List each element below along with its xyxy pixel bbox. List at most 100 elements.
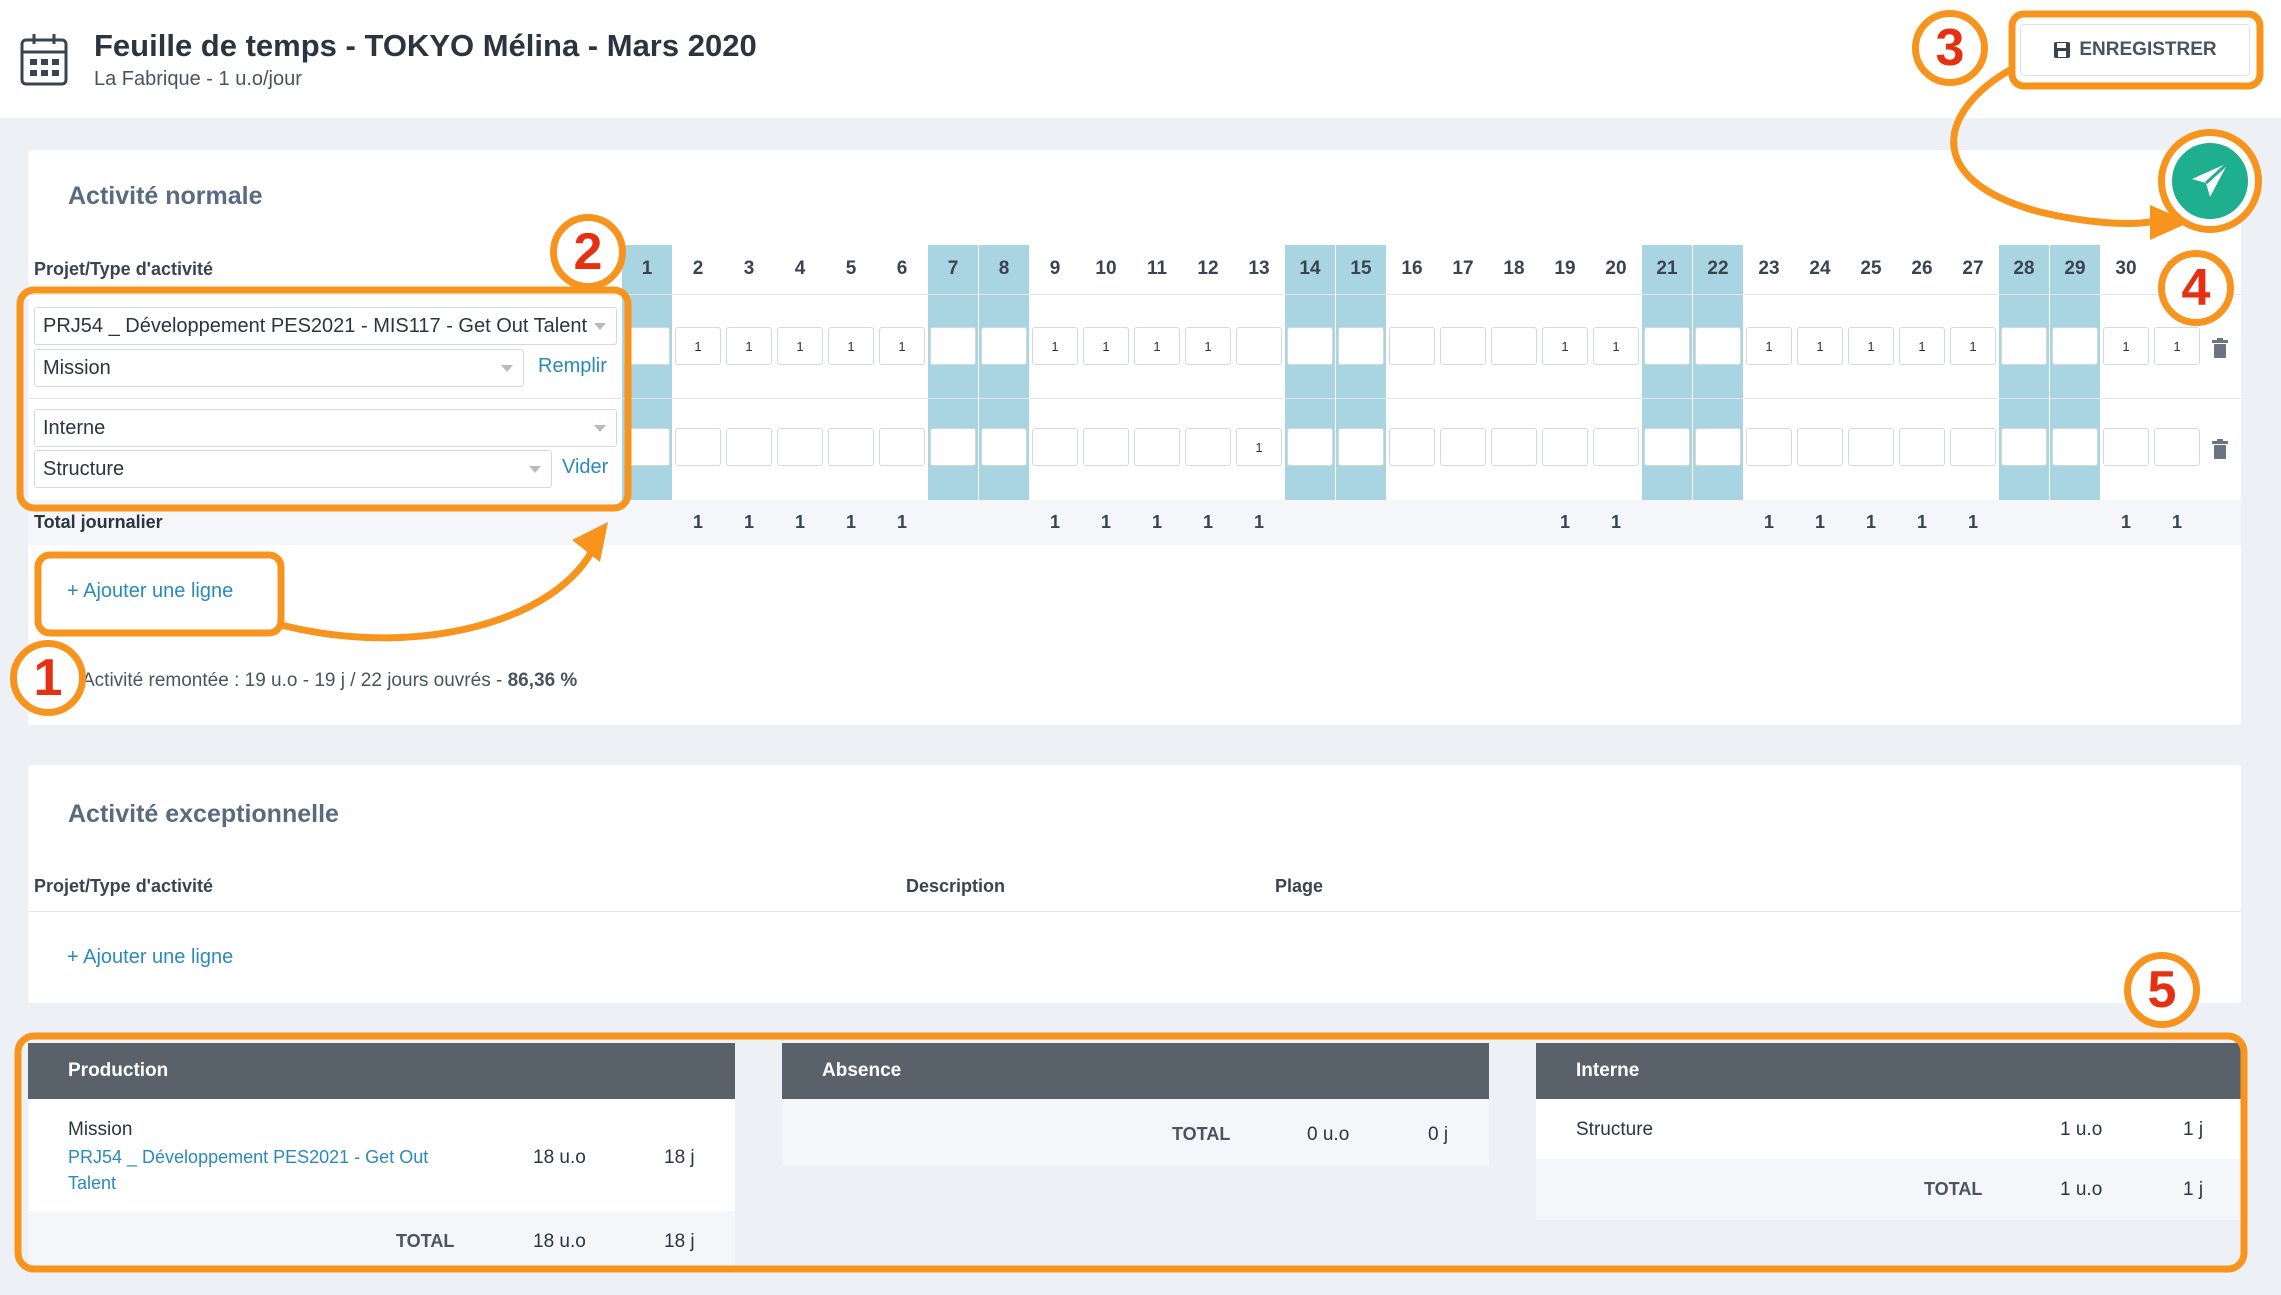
day-header: 19 bbox=[1554, 258, 1576, 279]
day-cell-input[interactable]: 1 bbox=[828, 327, 874, 365]
day-cell-input[interactable] bbox=[1236, 327, 1282, 365]
production-type: Mission bbox=[68, 1119, 133, 1140]
production-project-link[interactable]: PRJ54 _ Développement PES2021 - Get Out … bbox=[68, 1144, 448, 1196]
day-cell-input[interactable] bbox=[1134, 428, 1180, 466]
day-cell-input[interactable] bbox=[1287, 327, 1333, 365]
submit-timesheet-button[interactable] bbox=[2165, 136, 2255, 226]
day-cell-input[interactable] bbox=[1491, 428, 1537, 466]
day-cell-input[interactable] bbox=[1593, 428, 1639, 466]
day-cell-input[interactable] bbox=[1083, 428, 1129, 466]
daily-total-value: 1 bbox=[1253, 512, 1264, 532]
day-cell-input[interactable] bbox=[2103, 428, 2149, 466]
day-cell-input[interactable]: 1 bbox=[777, 327, 823, 365]
type-select-value: Structure bbox=[43, 457, 125, 480]
day-cell-input[interactable]: 1 bbox=[1185, 327, 1231, 365]
day-cell-input[interactable]: 1 bbox=[1848, 327, 1894, 365]
daily-total-value: 1 bbox=[743, 512, 754, 532]
save-button[interactable]: ENREGISTRER bbox=[2020, 24, 2250, 76]
day-cell-input[interactable]: 1 bbox=[2154, 327, 2200, 365]
daily-total-value: 1 bbox=[1151, 512, 1162, 532]
day-cell-input[interactable]: 1 bbox=[1083, 327, 1129, 365]
day-header: 25 bbox=[1860, 258, 1882, 279]
add-exceptional-line-link[interactable]: + Ajouter une ligne bbox=[67, 946, 233, 969]
clear-row-link[interactable]: Vider bbox=[562, 456, 608, 479]
day-cell-input[interactable] bbox=[1389, 327, 1435, 365]
day-cell-input[interactable] bbox=[1338, 327, 1384, 365]
day-cell-input[interactable] bbox=[1338, 428, 1384, 466]
day-cell-input[interactable] bbox=[1440, 327, 1486, 365]
day-cell-input[interactable]: 1 bbox=[1746, 327, 1792, 365]
day-cell-input[interactable]: 1 bbox=[1797, 327, 1843, 365]
day-cell-input[interactable] bbox=[1848, 428, 1894, 466]
internal-total-row bbox=[1536, 1159, 2241, 1220]
daily-total-value: 1 bbox=[692, 512, 703, 532]
day-cell-input[interactable] bbox=[930, 428, 976, 466]
day-cell-input[interactable] bbox=[1287, 428, 1333, 466]
internal-uo: 1 u.o bbox=[2060, 1119, 2103, 1140]
day-cell-input[interactable]: 1 bbox=[1032, 327, 1078, 365]
day-header: 9 bbox=[1049, 258, 1061, 279]
type-select-row-1[interactable]: Mission bbox=[34, 349, 524, 387]
exceptional-activity-card: Activité exceptionnelle bbox=[28, 765, 2241, 1003]
day-cell-input[interactable] bbox=[1899, 428, 1945, 466]
trash-icon[interactable] bbox=[2212, 439, 2228, 459]
internal-days: 1 j bbox=[2183, 1119, 2204, 1140]
day-cell-input[interactable] bbox=[1950, 428, 1996, 466]
daily-total-value: 1 bbox=[1049, 512, 1060, 532]
day-cell-input[interactable] bbox=[879, 428, 925, 466]
project-select-row-2[interactable]: Interne bbox=[34, 409, 617, 447]
daily-total-value: 1 bbox=[1559, 512, 1570, 532]
day-cell-input[interactable] bbox=[777, 428, 823, 466]
day-cell-input[interactable] bbox=[981, 428, 1027, 466]
exceptional-activity-title: Activité exceptionnelle bbox=[68, 800, 339, 828]
day-cell-input[interactable] bbox=[1440, 428, 1486, 466]
day-cell-input[interactable] bbox=[2052, 327, 2098, 365]
day-cell-input[interactable] bbox=[2001, 428, 2047, 466]
daily-total-value: 1 bbox=[1610, 512, 1621, 532]
day-cell-input[interactable] bbox=[1491, 327, 1537, 365]
production-days: 18 j bbox=[664, 1147, 695, 1168]
fill-row-link[interactable]: Remplir bbox=[538, 355, 607, 378]
day-cell-input[interactable] bbox=[1695, 327, 1741, 365]
day-cell-input[interactable]: 1 bbox=[1950, 327, 1996, 365]
day-cell-input[interactable] bbox=[726, 428, 772, 466]
type-select-row-2[interactable]: Structure bbox=[34, 450, 552, 488]
day-cell-input[interactable] bbox=[930, 327, 976, 365]
day-cell-input[interactable]: 1 bbox=[879, 327, 925, 365]
day-cell-input[interactable] bbox=[1389, 428, 1435, 466]
day-cell-input[interactable] bbox=[2052, 428, 2098, 466]
day-cell-input[interactable]: 1 bbox=[1899, 327, 1945, 365]
daily-total-value: 1 bbox=[2120, 512, 2131, 532]
day-header: 22 bbox=[1707, 258, 1729, 279]
day-cell-input[interactable]: 1 bbox=[1542, 327, 1588, 365]
day-cell-input[interactable] bbox=[1542, 428, 1588, 466]
day-cell-input[interactable] bbox=[675, 428, 721, 466]
day-cell-input[interactable]: 1 bbox=[1134, 327, 1180, 365]
day-cell-input[interactable] bbox=[1185, 428, 1231, 466]
day-cell-input[interactable] bbox=[828, 428, 874, 466]
trash-icon[interactable] bbox=[2212, 338, 2228, 358]
daily-total-value: 1 bbox=[1814, 512, 1825, 532]
day-cell-input[interactable] bbox=[624, 428, 670, 466]
day-cell-input[interactable] bbox=[1746, 428, 1792, 466]
day-cell-input[interactable] bbox=[1644, 428, 1690, 466]
day-cell-input[interactable] bbox=[1032, 428, 1078, 466]
production-total-uo: 18 u.o bbox=[533, 1231, 586, 1252]
day-cell-input[interactable] bbox=[2154, 428, 2200, 466]
day-cell-input[interactable] bbox=[1644, 327, 1690, 365]
activity-stat-percent: 86,36 % bbox=[507, 670, 578, 691]
day-cell-input[interactable]: 1 bbox=[675, 327, 721, 365]
day-cell-input[interactable] bbox=[981, 327, 1027, 365]
day-cell-input[interactable] bbox=[1695, 428, 1741, 466]
exceptional-range-header: Plage bbox=[1275, 876, 1324, 896]
day-cell-input[interactable]: 1 bbox=[2103, 327, 2149, 365]
add-line-link[interactable]: + Ajouter une ligne bbox=[67, 580, 233, 603]
day-cell-input[interactable] bbox=[1797, 428, 1843, 466]
day-cell-input[interactable] bbox=[2001, 327, 2047, 365]
day-cell-input[interactable]: 1 bbox=[1593, 327, 1639, 365]
day-cell-input[interactable]: 1 bbox=[726, 327, 772, 365]
project-select-row-1[interactable]: PRJ54 _ Développement PES2021 - MIS117 -… bbox=[34, 307, 617, 345]
day-cell-input[interactable]: 1 bbox=[1236, 428, 1282, 466]
day-cell-input[interactable] bbox=[624, 327, 670, 365]
day-header: 17 bbox=[1452, 258, 1474, 279]
